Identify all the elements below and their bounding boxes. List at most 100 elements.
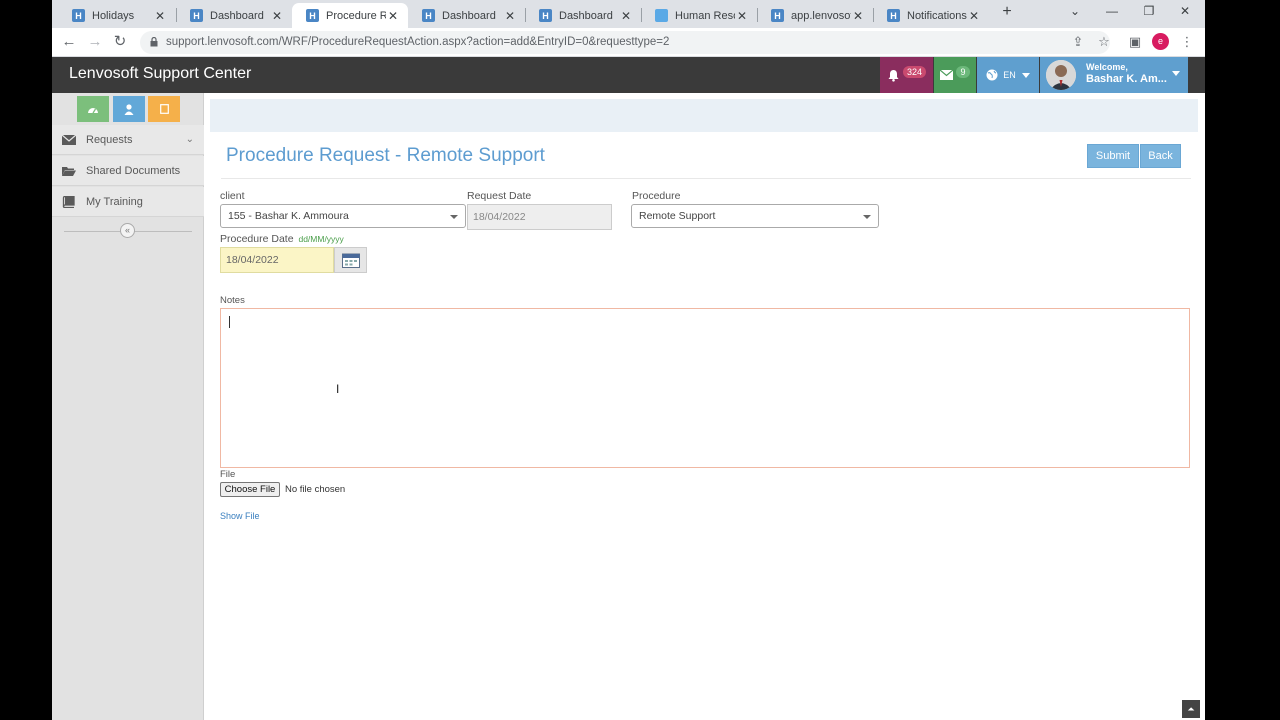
window-close-icon[interactable]: ✕ bbox=[1170, 4, 1200, 22]
user-menu-button[interactable]: Welcome, Bashar K. Am... bbox=[1040, 57, 1188, 93]
browser-tab[interactable]: H Dashboard ✕ bbox=[176, 3, 292, 28]
folder-open-icon bbox=[62, 166, 76, 176]
sidebar-collapse-row: « bbox=[52, 220, 204, 242]
browser-menu-icon[interactable]: ⋮ bbox=[1179, 34, 1195, 50]
notes-shortcut-button[interactable] bbox=[148, 96, 180, 122]
request-date-label: Request Date bbox=[467, 190, 532, 202]
close-tab-icon[interactable]: ✕ bbox=[619, 9, 633, 23]
browser-tab[interactable]: H Dashboard ✕ bbox=[525, 3, 641, 28]
app-title: Lenvosoft Support Center bbox=[69, 65, 252, 82]
chevron-down-icon: ⌄ bbox=[185, 134, 194, 145]
show-file-link[interactable]: Show File bbox=[220, 511, 260, 521]
reload-icon[interactable]: ↻ bbox=[110, 33, 130, 51]
caret-down-icon bbox=[863, 215, 871, 219]
date-format-hint: dd/MM/yyyy bbox=[298, 234, 344, 244]
sidebar-item-label: My Training bbox=[86, 195, 143, 208]
request-date-field: 18/04/2022 bbox=[467, 204, 612, 230]
user-name: Bashar K. Am... bbox=[1086, 73, 1167, 85]
procedure-label: Procedure bbox=[632, 190, 681, 202]
minimize-icon[interactable]: — bbox=[1097, 4, 1127, 22]
site-favicon-icon: H bbox=[539, 9, 552, 22]
close-tab-icon[interactable]: ✕ bbox=[153, 9, 167, 23]
browser-tab[interactable]: H Holidays ✕ bbox=[58, 3, 175, 28]
notes-label: Notes bbox=[220, 295, 245, 306]
choose-file-button[interactable]: Choose File bbox=[220, 482, 280, 497]
envelope-icon bbox=[940, 70, 954, 80]
browser-tab[interactable]: H Notifications Te ✕ bbox=[873, 3, 989, 28]
browser-tab-active[interactable]: H Procedure Req ✕ bbox=[292, 3, 408, 28]
profile-shortcut-button[interactable] bbox=[113, 96, 145, 122]
sidebar-item-requests[interactable]: Requests ⌄ bbox=[52, 125, 204, 155]
address-bar[interactable]: support.lenvosoft.com/WRF/ProcedureReque… bbox=[140, 31, 1110, 54]
caret-down-icon bbox=[1172, 71, 1180, 76]
forward-arrow-icon[interactable]: → bbox=[85, 33, 105, 51]
site-favicon-icon bbox=[655, 9, 668, 22]
procedure-date-input[interactable]: 18/04/2022 bbox=[220, 247, 334, 273]
dashboard-gauge-icon bbox=[88, 107, 98, 113]
messages-button[interactable]: 9 bbox=[934, 57, 976, 93]
side-panel-icon[interactable]: ▣ bbox=[1127, 34, 1143, 50]
sidebar-item-label: Shared Documents bbox=[86, 164, 181, 177]
close-tab-icon[interactable]: ✕ bbox=[503, 9, 517, 23]
breadcrumb-bar bbox=[210, 99, 1198, 132]
sidebar-item-label: Requests bbox=[86, 133, 133, 146]
close-tab-icon[interactable]: ✕ bbox=[386, 9, 400, 23]
square-icon bbox=[159, 104, 169, 114]
scroll-to-top-button[interactable]: ⏶ bbox=[1182, 700, 1200, 718]
browser-tab[interactable]: H Dashboard ✕ bbox=[408, 3, 525, 28]
restore-icon[interactable]: ❐ bbox=[1134, 4, 1164, 22]
site-favicon-icon: H bbox=[190, 9, 203, 22]
notes-textarea[interactable]: I bbox=[220, 308, 1190, 468]
site-favicon-icon: H bbox=[771, 9, 784, 22]
close-tab-icon[interactable]: ✕ bbox=[967, 9, 981, 23]
site-favicon-icon: H bbox=[887, 9, 900, 22]
book-icon bbox=[62, 195, 75, 208]
main-content: Procedure Request - Remote Support Submi… bbox=[205, 93, 1205, 720]
procedure-select-value: Remote Support bbox=[639, 210, 716, 222]
back-arrow-icon[interactable]: ← bbox=[59, 33, 79, 51]
tab-search-icon[interactable]: ⌄ bbox=[1060, 4, 1090, 22]
browser-tab[interactable]: Human Resour ✕ bbox=[641, 3, 757, 28]
close-tab-icon[interactable]: ✕ bbox=[851, 9, 865, 23]
globe-icon bbox=[986, 69, 998, 81]
calendar-button[interactable] bbox=[334, 247, 367, 273]
file-label: File bbox=[220, 469, 236, 480]
profile-avatar[interactable]: e bbox=[1152, 33, 1169, 50]
submit-button[interactable]: Submit bbox=[1087, 144, 1139, 168]
bell-icon bbox=[888, 69, 899, 82]
url-text: support.lenvosoft.com/WRF/ProcedureReque… bbox=[166, 36, 670, 48]
language-code: EN bbox=[1003, 70, 1016, 80]
mouse-ibeam-cursor-icon: I bbox=[336, 382, 340, 396]
dashboard-shortcut-button[interactable] bbox=[77, 96, 109, 122]
client-select-value: 155 - Bashar K. Ammoura bbox=[228, 210, 349, 222]
sidebar-shortcuts bbox=[52, 93, 204, 125]
back-button[interactable]: Back bbox=[1140, 144, 1181, 168]
site-favicon-icon: H bbox=[422, 9, 435, 22]
sidebar-item-shared-documents[interactable]: Shared Documents bbox=[52, 156, 204, 186]
messages-count-badge: 9 bbox=[956, 66, 970, 78]
caret-down-icon bbox=[1021, 72, 1030, 78]
avatar bbox=[1046, 60, 1076, 90]
procedure-date-label: Procedure Date bbox=[220, 233, 294, 245]
client-select[interactable]: 155 - Bashar K. Ammoura bbox=[220, 204, 466, 228]
language-selector[interactable]: EN bbox=[977, 57, 1039, 93]
welcome-label: Welcome, bbox=[1086, 62, 1128, 72]
procedure-select[interactable]: Remote Support bbox=[631, 204, 879, 228]
text-cursor bbox=[229, 316, 230, 328]
close-tab-icon[interactable]: ✕ bbox=[270, 9, 284, 23]
browser-tab[interactable]: H app.lenvosoft.c ✕ bbox=[757, 3, 873, 28]
new-tab-icon[interactable]: + bbox=[992, 3, 1022, 21]
app-header: Lenvosoft Support Center 324 9 EN Welcom… bbox=[52, 57, 1205, 93]
sidebar-collapse-button[interactable]: « bbox=[120, 223, 135, 238]
browser-tab-strip: H Holidays ✕ H Dashboard ✕ H Procedure R… bbox=[52, 0, 1205, 28]
caret-down-icon bbox=[450, 215, 458, 219]
share-icon[interactable]: ⇪ bbox=[1070, 34, 1086, 50]
notifications-button[interactable]: 324 bbox=[880, 57, 933, 93]
sidebar-item-my-training[interactable]: My Training bbox=[52, 187, 204, 217]
client-label: client bbox=[220, 190, 245, 202]
bookmark-star-icon[interactable]: ☆ bbox=[1096, 34, 1112, 50]
envelope-icon bbox=[62, 134, 76, 145]
close-tab-icon[interactable]: ✕ bbox=[735, 9, 749, 23]
notifications-count-badge: 324 bbox=[902, 66, 927, 78]
calendar-icon bbox=[342, 253, 360, 268]
